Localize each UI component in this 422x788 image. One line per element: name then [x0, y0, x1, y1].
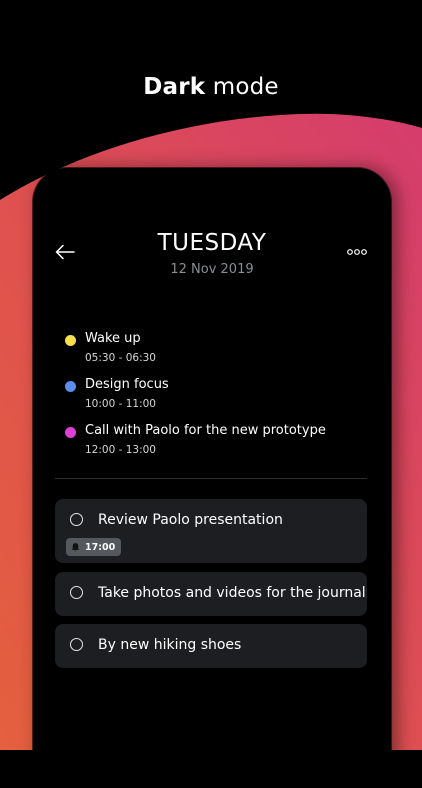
event-name: Wake up: [85, 331, 141, 346]
bell-icon: [71, 542, 80, 551]
circle-checkbox-icon[interactable]: [70, 513, 83, 526]
task-card[interactable]: By new hiking shoes: [55, 624, 367, 668]
event-list: Wake up 05:30 - 06:30 Design focus 10:00…: [65, 331, 365, 469]
event-item[interactable]: Design focus 10:00 - 11:00: [65, 377, 365, 423]
event-item[interactable]: Call with Paolo for the new prototype 12…: [65, 423, 365, 469]
headline-bold: Dark: [143, 74, 206, 100]
task-label: By new hiking shoes: [98, 637, 242, 653]
more-options-icon[interactable]: [347, 248, 367, 256]
event-color-dot: [65, 427, 76, 438]
reminder-time: 17:00: [85, 541, 116, 553]
event-color-dot: [65, 335, 76, 346]
day-date: 12 Nov 2019: [170, 262, 254, 277]
event-time: 05:30 - 06:30: [85, 352, 156, 364]
phone-screen: TUESDAY 12 Nov 2019 Wake up 05:30 - 06:3…: [33, 168, 391, 788]
task-card[interactable]: Take photos and videos for the journal: [55, 572, 367, 616]
event-time: 12:00 - 13:00: [85, 444, 156, 456]
headline-rest: mode: [205, 74, 279, 100]
event-color-dot: [65, 381, 76, 392]
circle-checkbox-icon[interactable]: [70, 638, 83, 651]
page-headline: Dark mode: [0, 74, 422, 100]
reminder-badge[interactable]: 17:00: [66, 538, 122, 556]
event-time: 10:00 - 11:00: [85, 398, 156, 410]
task-label: Take photos and videos for the journal: [98, 585, 366, 601]
event-item[interactable]: Wake up 05:30 - 06:30: [65, 331, 365, 377]
circle-checkbox-icon[interactable]: [70, 586, 83, 599]
day-title: TUESDAY: [157, 230, 267, 256]
section-divider: [55, 478, 367, 479]
task-label: Review Paolo presentation: [98, 512, 283, 528]
event-name: Design focus: [85, 377, 169, 392]
task-card[interactable]: Review Paolo presentation 17:00: [55, 499, 367, 563]
event-name: Call with Paolo for the new prototype: [85, 423, 326, 438]
